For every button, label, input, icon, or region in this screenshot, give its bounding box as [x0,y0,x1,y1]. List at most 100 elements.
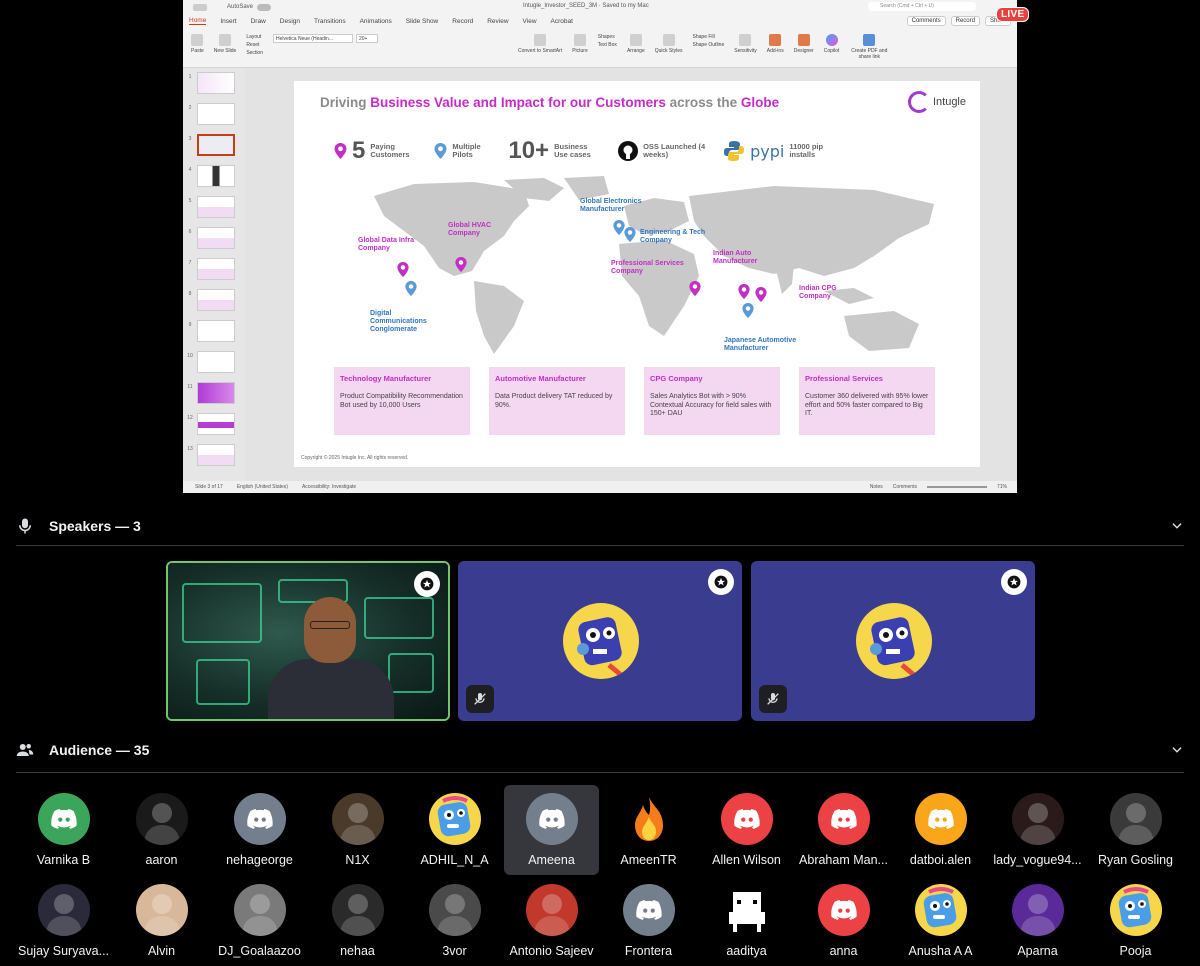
addins-button[interactable]: Add-ins [767,34,784,54]
audience-member[interactable]: DJ_Goalaazoo [212,876,307,966]
audience-member-name: lady_vogue94... [993,853,1082,867]
speaker-tile-avatar[interactable] [458,561,742,721]
comments-button[interactable]: Comments [906,16,946,26]
discord-logo-icon [817,793,870,845]
map-label: Indian Auto Manufacturer [713,250,758,265]
audience-member[interactable]: Frontera [601,876,696,966]
audience-member[interactable]: 3vor [407,876,502,966]
tab-animations[interactable]: Animations [360,18,392,25]
shapes-button[interactable]: Shapes [598,34,615,40]
audience-member[interactable]: Abraham Man... [796,785,891,875]
audience-member[interactable]: lady_vogue94... [990,785,1085,875]
audience-member[interactable]: Aparna [990,876,1085,966]
thumbnail-item[interactable]: 1 [183,72,245,103]
stat-label: OSS Launched (4 weeks) [643,142,706,159]
thumbnail-item[interactable]: 10 [183,351,245,382]
audience-member[interactable]: nehaa [310,876,405,966]
card-title: CPG Company [650,374,703,383]
card-body: Sales Analytics Bot with > 90% Contextua… [650,393,772,417]
map-pin-icon [738,284,750,299]
thumbnail-item[interactable]: 13 [183,444,245,475]
audience-member[interactable]: ADHIL_N_A [407,785,502,875]
audience-member[interactable]: Alvin [114,876,209,966]
notes-button[interactable]: Notes [870,484,883,490]
thumbnail-item[interactable]: 5 [183,196,245,227]
language-indicator[interactable]: English (United States) [237,484,288,490]
muted-badge [466,685,494,713]
text-box-button[interactable]: Text Box [598,42,617,48]
font-size-select[interactable]: 20+ [356,34,378,43]
speaker-avatar [563,603,639,679]
headline-part: across the [665,95,741,110]
sensitivity-button[interactable]: Sensitivity [734,34,757,54]
copilot-button[interactable]: Copilot [824,34,839,54]
reset-button[interactable]: Reset [246,42,259,48]
audience-member[interactable]: Varnika B [16,785,111,875]
chevron-down-icon[interactable] [1170,519,1184,533]
arrange-label: Arrange [626,48,645,54]
shape-fill-button[interactable]: Shape Fill [693,34,715,40]
tab-acrobat[interactable]: Acrobat [551,18,573,25]
audience-member[interactable]: Pooja [1088,876,1183,966]
tab-slide-show[interactable]: Slide Show [406,18,439,25]
tab-view[interactable]: View [523,18,537,25]
tab-insert[interactable]: Insert [220,18,236,25]
chevron-down-icon[interactable] [1170,743,1184,757]
thumbnail-item[interactable]: 8 [183,289,245,320]
tab-design[interactable]: Design [280,18,300,25]
audience-member[interactable]: Ameena [504,785,599,875]
shape-outline-button[interactable]: Shape Outline [693,42,725,48]
layout-button[interactable]: Layout [246,34,261,40]
audience-member[interactable]: AmeenTR [601,785,696,875]
quick-styles-button[interactable]: Quick Styles [655,34,683,54]
thumbnail-item[interactable]: 11 [183,382,245,413]
audience-member[interactable]: N1X [310,785,405,875]
title-bar: AutoSave Intugle_Investor_SEED_3M · Save… [183,0,1017,14]
thumbnail-item[interactable]: 7 [183,258,245,289]
speaker-tile-avatar[interactable] [751,561,1035,721]
speakers-header[interactable]: Speakers — 3 [0,511,1200,541]
new-slide-button[interactable]: New Slide [214,34,236,54]
font-select[interactable]: Helvetica Neue (Headin... [273,34,353,43]
picture-button[interactable]: Picture [572,34,588,54]
zoom-slider[interactable] [926,486,987,488]
thumbnail-item[interactable]: 3 [183,134,245,165]
tab-transitions[interactable]: Transitions [314,18,346,25]
speaker-tile-video[interactable] [166,561,450,721]
accessibility-indicator[interactable]: Accessibility: Investigate [302,484,356,490]
autosave-toggle[interactable] [257,3,272,11]
thumbnail-item[interactable]: 4 [183,165,245,196]
tab-draw[interactable]: Draw [251,18,266,25]
tab-home[interactable]: Home [189,17,207,25]
audience-member[interactable]: aaditya [699,876,794,966]
thumbnail-item[interactable]: 2 [183,103,245,134]
robot-mascot-icon [914,884,967,936]
status-comments-button[interactable]: Comments [893,484,917,490]
audience-member[interactable]: Antonio Sajeev [504,876,599,966]
audience-member[interactable]: nehageorge [212,785,307,875]
thumbnail-item[interactable]: 6 [183,227,245,258]
create-pdf-button[interactable]: Create PDF and share link [849,34,889,60]
audience-member[interactable]: Ryan Gosling [1088,785,1183,875]
search-input[interactable]: Search (Cmd + Ctrl + U) [868,2,976,11]
audience-member[interactable]: Sujay Suryava... [16,876,111,966]
slide[interactable]: Driving Business Value and Impact for ou… [294,81,980,467]
audience-member[interactable]: anna [796,876,891,966]
paste-button[interactable]: Paste [191,34,204,54]
designer-button[interactable]: Designer [794,34,814,54]
slide-thumbnail [197,196,235,218]
audience-member[interactable]: Anusha A A [893,876,988,966]
audience-member[interactable]: datboi.alen [893,785,988,875]
arrange-button[interactable]: Arrange [627,34,645,54]
tab-record[interactable]: Record [452,18,473,25]
audience-header[interactable]: Audience — 35 [0,735,1200,765]
thumbnail-item[interactable]: 9 [183,320,245,351]
convert-smartart-button[interactable]: Convert to SmartArt [518,34,562,54]
thumbnail-item[interactable]: 12 [183,413,245,444]
section-button[interactable]: Section [246,50,263,56]
record-button[interactable]: Record [950,16,980,26]
window-controls[interactable] [193,3,207,11]
audience-member[interactable]: aaron [114,785,209,875]
audience-member[interactable]: Allen Wilson [699,785,794,875]
tab-review[interactable]: Review [487,18,508,25]
